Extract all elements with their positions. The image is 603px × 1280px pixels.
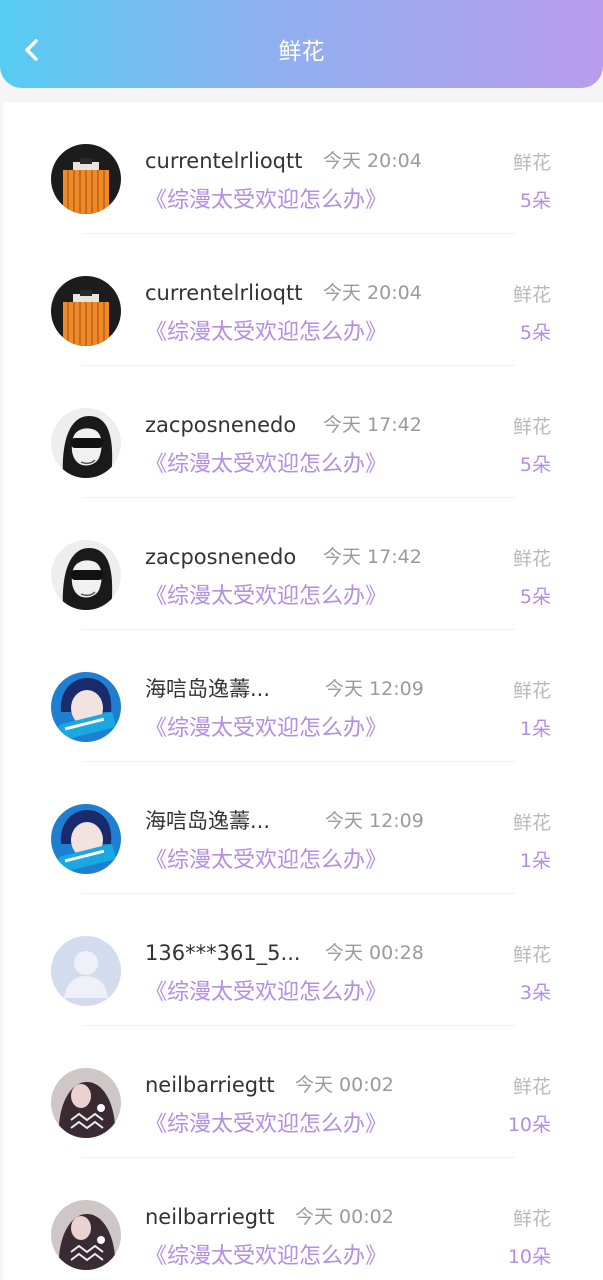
book-title-link[interactable]: 《综漫太受欢迎怎么办》 bbox=[145, 318, 387, 348]
list-item[interactable]: currentelrlioqtt 今天 20:04 《综漫太受欢迎怎么办》 鲜花 5朵 bbox=[3, 102, 603, 234]
header-bar: 鲜花 bbox=[0, 0, 603, 88]
gift-type-label: 鲜花 bbox=[512, 680, 551, 702]
flower-record-list[interactable]: currentelrlioqtt 今天 20:04 《综漫太受欢迎怎么办》 鲜花 5朵 c… bbox=[3, 102, 603, 1280]
avatar[interactable] bbox=[51, 540, 121, 610]
list-item[interactable]: 136***361_5... 今天 00:28 《综漫太受欢迎怎么办》 鲜花 3朵 bbox=[3, 894, 603, 1026]
timestamp: 今天 12:09 bbox=[325, 810, 424, 832]
avatar[interactable] bbox=[51, 276, 121, 346]
gift-type-label: 鲜花 bbox=[512, 548, 551, 570]
user-name: currentelrlioqtt bbox=[145, 281, 303, 305]
gift-count: 10朵 bbox=[507, 1114, 551, 1136]
avatar[interactable] bbox=[51, 1200, 121, 1270]
list-item[interactable]: currentelrlioqtt 今天 20:04 《综漫太受欢迎怎么办》 鲜花 5朵 bbox=[3, 234, 603, 366]
user-name: currentelrlioqtt bbox=[145, 149, 303, 173]
list-item[interactable]: 海唁岛逸薵... 今天 12:09 《综漫太受欢迎怎么办》 鲜花 1朵 bbox=[3, 630, 603, 762]
list-item[interactable]: zacposnenedo 今天 17:42 《综漫太受欢迎怎么办》 鲜花 5朵 bbox=[3, 498, 603, 630]
gift-type-label: 鲜花 bbox=[512, 1076, 551, 1098]
gift-count: 10朵 bbox=[507, 1246, 551, 1268]
gift-type-label: 鲜花 bbox=[512, 152, 551, 174]
timestamp: 今天 17:42 bbox=[323, 414, 422, 436]
book-title-link[interactable]: 《综漫太受欢迎怎么办》 bbox=[145, 1242, 387, 1272]
timestamp: 今天 00:28 bbox=[325, 942, 424, 964]
avatar[interactable] bbox=[51, 408, 121, 478]
book-title-link[interactable]: 《综漫太受欢迎怎么办》 bbox=[145, 846, 387, 876]
user-name: 海唁岛逸薵... bbox=[145, 809, 271, 833]
gift-type-label: 鲜花 bbox=[512, 812, 551, 834]
page-title: 鲜花 bbox=[278, 39, 325, 65]
book-title-link[interactable]: 《综漫太受欢迎怎么办》 bbox=[145, 714, 387, 744]
user-name: neilbarriegtt bbox=[145, 1205, 275, 1229]
timestamp: 今天 20:04 bbox=[323, 282, 422, 304]
gift-count: 3朵 bbox=[519, 982, 551, 1004]
user-name: 136***361_5... bbox=[145, 941, 301, 965]
user-name: neilbarriegtt bbox=[145, 1073, 275, 1097]
avatar[interactable] bbox=[51, 672, 121, 742]
list-item[interactable]: neilbarriegtt 今天 00:02 《综漫太受欢迎怎么办》 鲜花 10朵 bbox=[3, 1026, 603, 1158]
list-item[interactable]: 海唁岛逸薵... 今天 12:09 《综漫太受欢迎怎么办》 鲜花 1朵 bbox=[3, 762, 603, 894]
gift-count: 1朵 bbox=[519, 850, 551, 872]
avatar[interactable] bbox=[51, 936, 121, 1006]
timestamp: 今天 12:09 bbox=[325, 678, 424, 700]
avatar[interactable] bbox=[51, 1068, 121, 1138]
gift-type-label: 鲜花 bbox=[512, 284, 551, 306]
gift-count: 5朵 bbox=[519, 322, 551, 344]
avatar[interactable] bbox=[51, 144, 121, 214]
user-name: zacposnenedo bbox=[145, 413, 297, 437]
timestamp: 今天 20:04 bbox=[323, 150, 422, 172]
gift-count: 5朵 bbox=[519, 454, 551, 476]
gift-count: 1朵 bbox=[519, 718, 551, 740]
user-name: 海唁岛逸薵... bbox=[145, 677, 271, 701]
gift-count: 5朵 bbox=[519, 586, 551, 608]
book-title-link[interactable]: 《综漫太受欢迎怎么办》 bbox=[145, 1110, 387, 1140]
gift-type-label: 鲜花 bbox=[512, 1208, 551, 1230]
user-name: zacposnenedo bbox=[145, 545, 297, 569]
book-title-link[interactable]: 《综漫太受欢迎怎么办》 bbox=[145, 978, 387, 1008]
list-item[interactable]: zacposnenedo 今天 17:42 《综漫太受欢迎怎么办》 鲜花 5朵 bbox=[3, 366, 603, 498]
gift-count: 5朵 bbox=[519, 190, 551, 212]
book-title-link[interactable]: 《综漫太受欢迎怎么办》 bbox=[145, 450, 387, 480]
book-title-link[interactable]: 《综漫太受欢迎怎么办》 bbox=[145, 186, 387, 216]
list-item[interactable]: neilbarriegtt 今天 00:02 《综漫太受欢迎怎么办》 鲜花 10朵 bbox=[3, 1158, 603, 1280]
gift-type-label: 鲜花 bbox=[512, 416, 551, 438]
timestamp: 今天 00:02 bbox=[295, 1074, 394, 1096]
timestamp: 今天 17:42 bbox=[323, 546, 422, 568]
avatar[interactable] bbox=[51, 804, 121, 874]
timestamp: 今天 00:02 bbox=[295, 1206, 394, 1228]
gift-type-label: 鲜花 bbox=[512, 944, 551, 966]
book-title-link[interactable]: 《综漫太受欢迎怎么办》 bbox=[145, 582, 387, 612]
